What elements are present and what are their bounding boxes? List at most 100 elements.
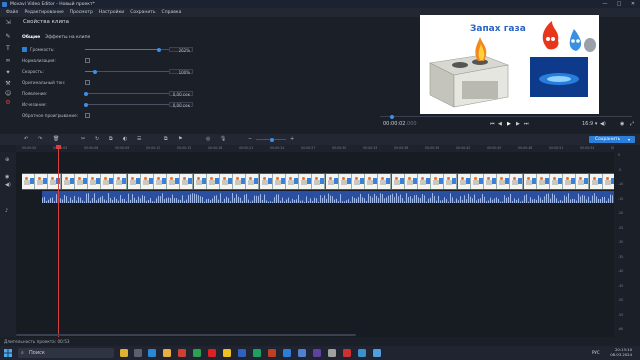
- volume-checkbox[interactable]: [22, 47, 27, 52]
- fade-out-slider[interactable]: [84, 102, 169, 107]
- video-track-lock-icon[interactable]: ◀): [5, 182, 11, 188]
- speed-slider-knob[interactable]: [93, 69, 98, 74]
- delete-icon[interactable]: 🗑: [53, 136, 59, 142]
- step-back-icon[interactable]: ◀: [498, 121, 502, 127]
- redo-icon[interactable]: ↷: [38, 136, 42, 142]
- play-icon[interactable]: ▶: [507, 121, 511, 127]
- mic-icon[interactable]: 🎙: [220, 136, 226, 142]
- marker-icon[interactable]: ⚑: [178, 136, 182, 142]
- windows-start-icon[interactable]: [4, 349, 12, 357]
- language-indicator[interactable]: РУС: [592, 350, 600, 355]
- text-icon[interactable]: T: [5, 46, 11, 52]
- speed-slider[interactable]: [85, 69, 169, 74]
- playhead[interactable]: [58, 145, 59, 337]
- fade-in-slider[interactable]: [84, 91, 169, 96]
- add-track-icon[interactable]: ⊕: [5, 157, 9, 163]
- taskbar-search[interactable]: ⌕ Поиск: [18, 348, 114, 358]
- photos-icon[interactable]: [358, 349, 366, 357]
- video-thumbnail: [233, 174, 247, 189]
- video-clip[interactable]: [22, 173, 614, 190]
- windows-taskbar: ⌕ Поиск РУС 20:13:10 08.03.2024: [0, 346, 640, 360]
- timeline-ruler[interactable]: 00:00:0000:00:0300:00:0600:00:0900:00:12…: [16, 145, 625, 152]
- snapshot-icon[interactable]: ◉: [620, 121, 624, 127]
- undo-icon[interactable]: ↶: [24, 136, 28, 142]
- zoom-slider[interactable]: [256, 137, 286, 142]
- player-timecode: 00:00:02.000: [383, 121, 417, 127]
- menu-file[interactable]: Файл: [6, 10, 18, 15]
- timeline-scrollbar[interactable]: [16, 334, 356, 336]
- chrome-icon[interactable]: [193, 349, 201, 357]
- normalize-checkbox[interactable]: [85, 58, 90, 63]
- menu-save[interactable]: Сохранить: [130, 10, 155, 15]
- zoom-out-icon[interactable]: −: [248, 136, 252, 142]
- volume-icon[interactable]: ◀): [600, 121, 606, 127]
- video-thumbnail: [127, 174, 141, 189]
- movavi-taskbar-icon[interactable]: [283, 349, 291, 357]
- menu-edit[interactable]: Редактирование: [24, 10, 63, 15]
- maximize-button[interactable]: □: [612, 0, 626, 8]
- record-icon[interactable]: ◎: [206, 136, 210, 142]
- original-tone-checkbox[interactable]: [85, 80, 90, 85]
- store-icon[interactable]: [178, 349, 186, 357]
- transition-icon[interactable]: ∞: [5, 58, 11, 64]
- playhead-handle[interactable]: [56, 145, 61, 149]
- color-adjust-icon[interactable]: ◐: [123, 136, 127, 142]
- reverse-checkbox[interactable]: [85, 113, 90, 118]
- volume-slider[interactable]: [85, 47, 169, 52]
- clip-properties-icon[interactable]: ☰: [137, 136, 141, 142]
- fade-in-slider-knob[interactable]: [84, 91, 88, 96]
- excel-icon[interactable]: [253, 349, 261, 357]
- fade-out-slider-knob[interactable]: [84, 102, 88, 107]
- menu-help[interactable]: Справка: [162, 10, 182, 15]
- mail-icon[interactable]: [373, 349, 381, 357]
- explorer-icon[interactable]: [163, 349, 171, 357]
- aspect-ratio-select[interactable]: 16:9 ▾: [582, 121, 597, 127]
- video-track-mute-icon[interactable]: ◉: [5, 174, 9, 180]
- next-frame-icon[interactable]: ⏭: [524, 121, 529, 127]
- filter-icon[interactable]: ✦: [5, 70, 11, 76]
- menu-settings[interactable]: Настройки: [99, 10, 124, 15]
- step-forward-icon[interactable]: ▶: [516, 121, 520, 127]
- zoom-slider-knob[interactable]: [270, 137, 274, 142]
- files-icon[interactable]: [223, 349, 231, 357]
- app-icon[interactable]: [313, 349, 321, 357]
- tab-general[interactable]: Общие: [22, 35, 40, 40]
- audio-track-icon[interactable]: ♪: [5, 208, 8, 214]
- word-icon[interactable]: [238, 349, 246, 357]
- pen-icon[interactable]: ✎: [5, 34, 11, 40]
- magic-icon[interactable]: ⚒: [5, 81, 11, 87]
- zoom-in-icon[interactable]: +: [290, 136, 294, 142]
- pointer-icon[interactable]: ⚙: [5, 100, 11, 106]
- minimize-button[interactable]: —: [598, 0, 612, 8]
- yandex-icon[interactable]: [208, 349, 216, 357]
- sticker-icon[interactable]: ☺: [5, 91, 11, 97]
- edge-icon[interactable]: [148, 349, 156, 357]
- player-progress[interactable]: [380, 114, 632, 119]
- powerpoint-icon[interactable]: [268, 349, 276, 357]
- crop-icon[interactable]: ⧉: [109, 136, 113, 142]
- video-thumbnail: [114, 174, 128, 189]
- task-view-icon[interactable]: [134, 349, 142, 357]
- opera-icon[interactable]: [343, 349, 351, 357]
- volume-value[interactable]: 262%: [169, 47, 193, 53]
- player-progress-knob[interactable]: [390, 114, 395, 119]
- volume-slider-knob[interactable]: [156, 47, 161, 52]
- speed-value[interactable]: 100%: [169, 69, 193, 75]
- rotate-icon[interactable]: ↻: [95, 136, 99, 142]
- fullscreen-icon[interactable]: ⤢: [630, 121, 634, 127]
- prev-frame-icon[interactable]: ⏮: [490, 121, 495, 127]
- cut-icon[interactable]: ✂: [81, 136, 85, 142]
- fade-out-value[interactable]: 0,00 сек: [169, 102, 193, 108]
- fade-in-value[interactable]: 0,00 сек: [169, 91, 193, 97]
- tab-clip-effects[interactable]: Эффекты на клипе: [45, 35, 90, 40]
- close-button[interactable]: ✕: [626, 0, 640, 8]
- audio-clip[interactable]: [42, 191, 614, 203]
- save-dropdown-icon[interactable]: ▾: [628, 137, 630, 142]
- settings-app-icon[interactable]: [328, 349, 336, 357]
- insert-icon[interactable]: ⧉: [164, 136, 168, 142]
- telegram-icon[interactable]: [298, 349, 306, 357]
- clock[interactable]: 20:13:10 08.03.2024: [608, 347, 632, 357]
- import-icon[interactable]: ⇲: [5, 20, 11, 26]
- weather-icon[interactable]: [120, 349, 128, 357]
- menu-view[interactable]: Просмотр: [70, 10, 93, 15]
